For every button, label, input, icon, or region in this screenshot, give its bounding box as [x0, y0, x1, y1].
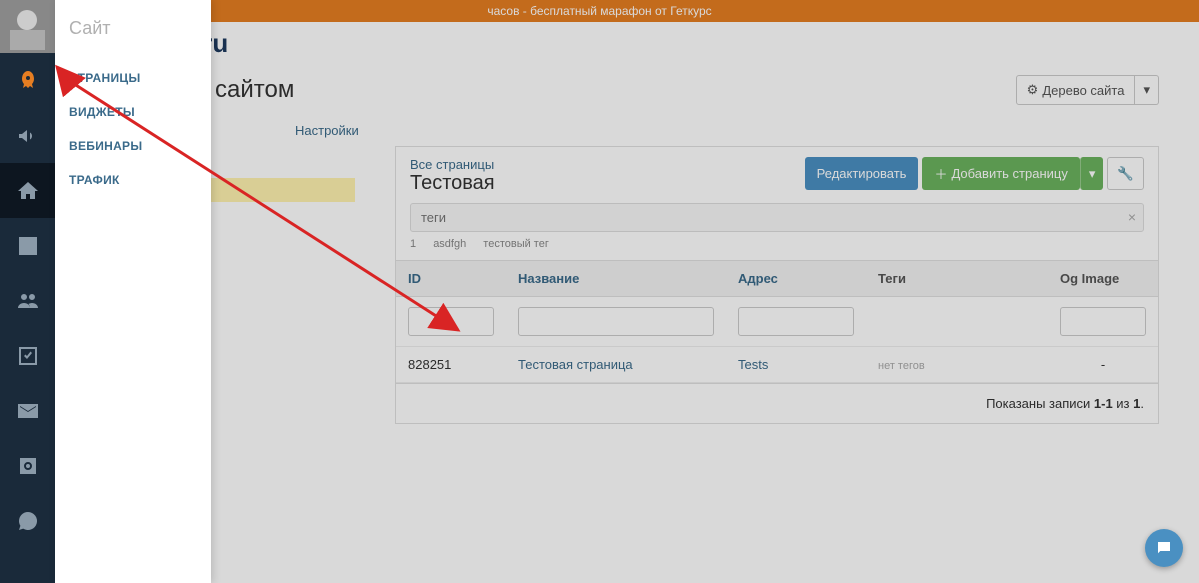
icon-sidebar — [0, 0, 55, 583]
cell-tags: нет тегов — [878, 360, 925, 372]
flyout-item-pages[interactable]: СТРАНИЦЫ — [55, 61, 211, 95]
wrench-button[interactable]: 🔧 — [1107, 157, 1144, 190]
col-og: Og Image — [1048, 261, 1158, 297]
site-tree-label: Дерево сайта — [1042, 83, 1124, 98]
cell-address-link[interactable]: Tests — [738, 357, 768, 372]
chart-icon[interactable] — [0, 218, 55, 273]
add-page-button[interactable]: ＋ Добавить страницу — [922, 157, 1079, 190]
brand-domain: .ru — [195, 28, 1159, 59]
filter-id-input[interactable] — [408, 307, 494, 336]
wrench-icon: 🔧 — [1117, 166, 1134, 181]
cell-id: 828251 — [396, 347, 506, 383]
site-tree-caret[interactable]: ▾ — [1135, 75, 1159, 105]
cell-og: - — [1048, 347, 1158, 383]
flyout-item-webinars[interactable]: ВЕБИНАРЫ — [55, 129, 211, 163]
filter-name-input[interactable] — [518, 307, 714, 336]
table-row[interactable]: 828251 Тестовая страница Tests нет тегов… — [396, 347, 1158, 383]
site-tree-button[interactable]: ⚙ Дерево сайта — [1016, 75, 1136, 105]
panel-title: Тестовая — [410, 172, 495, 195]
chat-bubble-icon — [1155, 539, 1173, 557]
filter-og-input[interactable] — [1060, 307, 1146, 336]
col-id[interactable]: ID — [396, 261, 506, 297]
avatar[interactable] — [0, 0, 55, 53]
clear-icon[interactable]: × — [1128, 209, 1136, 225]
mail-icon[interactable] — [0, 383, 55, 438]
tag-chip[interactable]: тестовый тег — [483, 238, 549, 250]
content-panel: Все страницы Тестовая Редактировать ＋ До… — [395, 146, 1159, 424]
flyout-item-traffic[interactable]: ТРАФИК — [55, 163, 211, 197]
cell-name-link[interactable]: Тестовая страница — [518, 357, 633, 372]
megaphone-icon[interactable] — [0, 108, 55, 163]
gear-icon: ⚙ — [1027, 82, 1039, 98]
add-page-caret[interactable]: ▾ — [1080, 157, 1104, 190]
add-page-label: Добавить страницу — [951, 166, 1067, 181]
flyout-item-widgets[interactable]: ВИДЖЕТЫ — [55, 95, 211, 129]
filter-address-input[interactable] — [738, 307, 854, 336]
chat-fab[interactable] — [1145, 529, 1183, 567]
rocket-icon[interactable] — [0, 53, 55, 108]
pages-table: ID Название Адрес Теги Og Image 828251 — [396, 260, 1158, 383]
edit-button[interactable]: Редактировать — [805, 157, 919, 190]
col-name[interactable]: Название — [506, 261, 726, 297]
flyout-menu: Сайт СТРАНИЦЫ ВИДЖЕТЫ ВЕБИНАРЫ ТРАФИК — [55, 0, 211, 583]
tags-input[interactable] — [410, 203, 1144, 232]
home-icon[interactable] — [0, 163, 55, 218]
flyout-title: Сайт — [55, 18, 211, 61]
settings-box-icon[interactable] — [0, 438, 55, 493]
chat-icon[interactable] — [0, 493, 55, 548]
table-footer: Показаны записи 1-1 из 1. — [396, 383, 1158, 423]
col-address[interactable]: Адрес — [726, 261, 866, 297]
checkbox-icon[interactable] — [0, 328, 55, 383]
tag-chip[interactable]: 1 — [410, 238, 416, 250]
users-icon[interactable] — [0, 273, 55, 328]
tag-chip[interactable]: asdfgh — [433, 238, 466, 250]
plus-icon: ＋ — [934, 164, 947, 183]
tab-settings[interactable]: Настройки — [295, 123, 1159, 138]
breadcrumb-all-pages[interactable]: Все страницы — [410, 157, 495, 172]
main-content: .ru e сайтом ⚙ Дерево сайта ▾ Настройки … — [55, 22, 1199, 583]
col-tags: Теги — [866, 261, 1048, 297]
tag-chips: 1 asdfgh тестовый тег — [410, 238, 1144, 250]
